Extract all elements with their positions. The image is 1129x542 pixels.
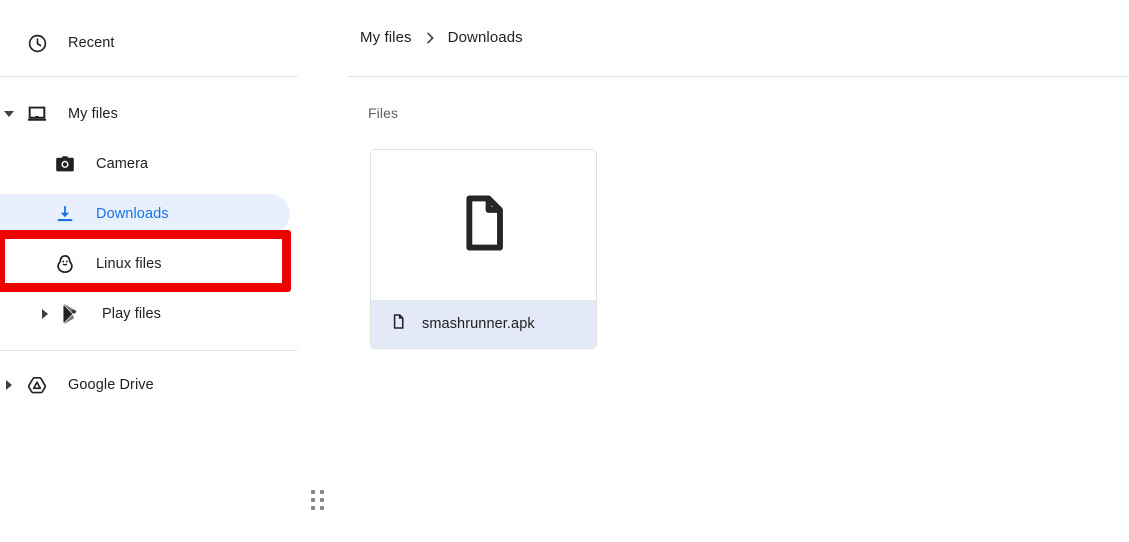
handle-dot xyxy=(311,506,315,510)
camera-icon xyxy=(54,153,76,175)
breadcrumb-root[interactable]: My files xyxy=(360,29,412,46)
breadcrumb: My files Downloads xyxy=(360,29,523,46)
sidebar-item-label: My files xyxy=(68,106,118,122)
sidebar-item-linux-files[interactable]: Linux files xyxy=(0,244,290,284)
sidebar-item-recent[interactable]: Recent xyxy=(0,23,290,63)
file-card[interactable]: smashrunner.apk xyxy=(370,149,597,349)
sidebar-item-label: Downloads xyxy=(96,206,169,222)
clock-icon xyxy=(26,32,48,54)
sidebar: Recent My files Camera Downloads Linux f… xyxy=(0,0,320,542)
file-name-label: smashrunner.apk xyxy=(422,316,535,332)
handle-dot xyxy=(320,490,324,494)
twisty-placeholder xyxy=(0,255,18,273)
sidebar-item-label: Google Drive xyxy=(68,377,154,393)
sidebar-divider-top xyxy=(0,76,297,77)
file-thumbnail xyxy=(371,150,596,300)
sidebar-item-downloads[interactable]: Downloads xyxy=(0,194,290,234)
sidebar-item-camera[interactable]: Camera xyxy=(0,144,290,184)
handle-dot xyxy=(311,498,315,502)
twisty-placeholder xyxy=(0,205,18,223)
file-card-footer[interactable]: smashrunner.apk xyxy=(371,300,596,348)
twisty-placeholder xyxy=(0,155,18,173)
sidebar-divider-bottom xyxy=(0,350,297,351)
chevron-down-icon[interactable] xyxy=(0,105,18,123)
breadcrumb-current[interactable]: Downloads xyxy=(448,29,523,46)
resize-drag-handle[interactable] xyxy=(311,490,325,510)
download-icon xyxy=(54,203,76,225)
sidebar-item-label: Recent xyxy=(68,35,115,51)
sidebar-item-google-drive[interactable]: Google Drive xyxy=(0,365,290,405)
chevron-right-icon[interactable] xyxy=(0,376,18,394)
laptop-icon xyxy=(26,103,48,125)
sidebar-item-my-files[interactable]: My files xyxy=(0,94,290,134)
twisty-placeholder xyxy=(0,305,18,323)
section-label-files: Files xyxy=(368,105,399,121)
twisty-placeholder xyxy=(0,34,18,52)
generic-file-icon xyxy=(452,191,516,260)
google-play-icon xyxy=(60,303,82,325)
sidebar-item-label: Linux files xyxy=(96,256,162,272)
handle-dot xyxy=(311,490,315,494)
files-app-window: Recent My files Camera Downloads Linux f… xyxy=(0,0,1129,542)
penguin-icon xyxy=(54,253,76,275)
sidebar-item-label: Play files xyxy=(102,306,162,322)
chevron-right-icon[interactable] xyxy=(36,305,54,323)
google-drive-icon xyxy=(26,374,48,396)
header-divider xyxy=(348,76,1129,77)
handle-dot xyxy=(320,506,324,510)
sidebar-item-label: Camera xyxy=(96,156,149,172)
handle-dot xyxy=(320,498,324,502)
chevron-right-icon xyxy=(422,30,438,46)
main-content: My files Downloads Files smashrunner.apk xyxy=(320,0,1129,542)
sidebar-item-play-files[interactable]: Play files xyxy=(0,294,290,334)
generic-file-icon xyxy=(390,312,407,336)
